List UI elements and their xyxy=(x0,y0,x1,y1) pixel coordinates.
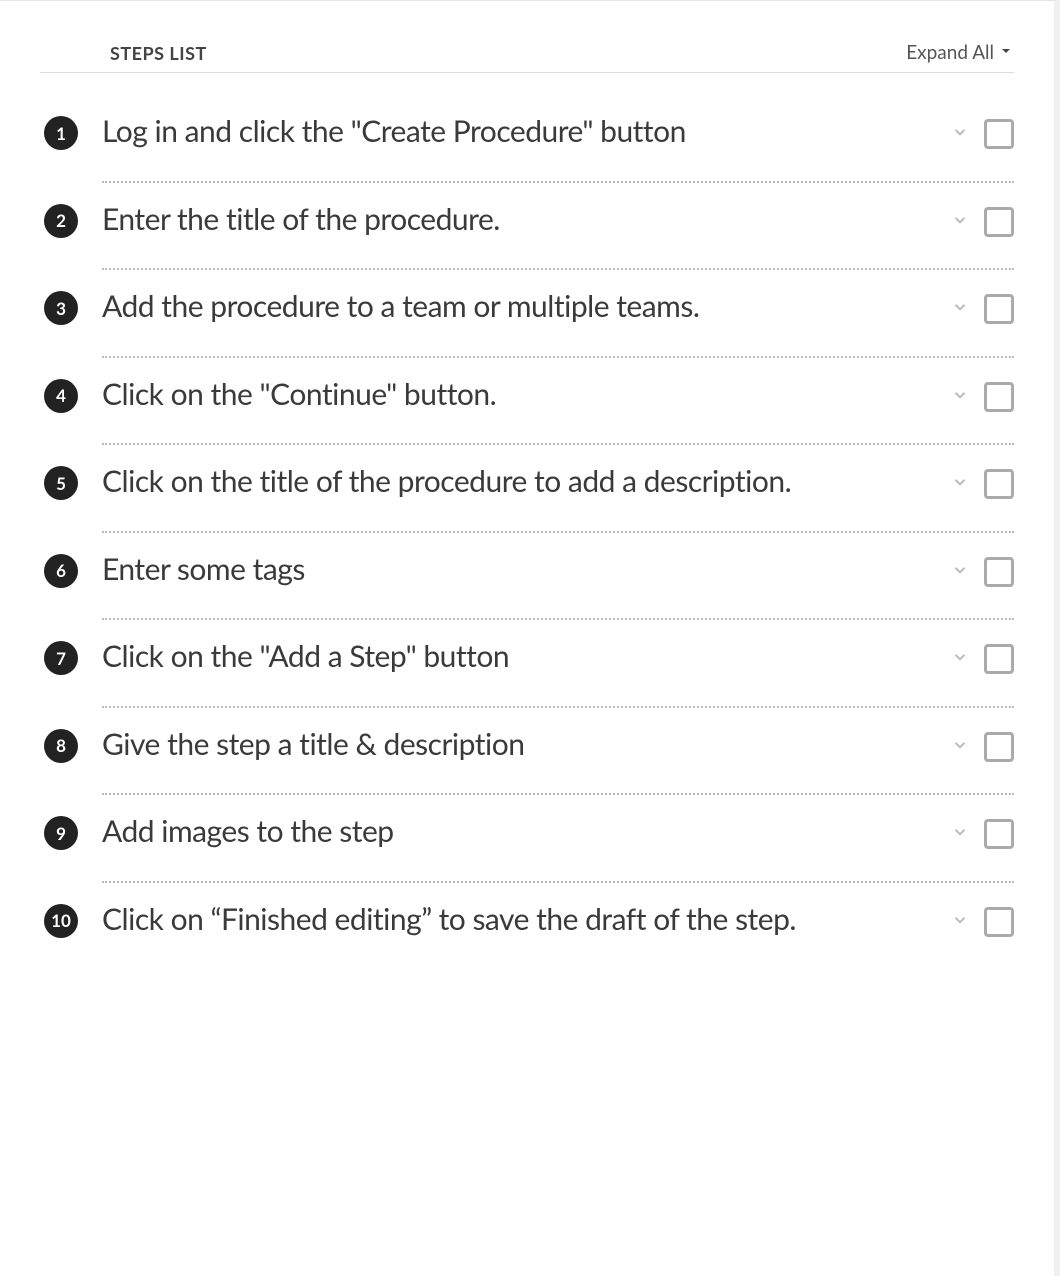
step-body: Click on “Finished editing” to save the … xyxy=(102,901,1014,969)
step-top: Click on the title of the procedure to a… xyxy=(102,463,1014,531)
step-title[interactable]: Log in and click the "Create Procedure" … xyxy=(102,113,938,151)
step-title[interactable]: Enter the title of the procedure. xyxy=(102,201,938,239)
step-title[interactable]: Add the procedure to a team or multiple … xyxy=(102,288,938,326)
step-row: 2 Enter the title of the procedure. xyxy=(40,183,1014,271)
step-top: Click on the "Add a Step" button xyxy=(102,638,1014,706)
chevron-down-icon xyxy=(951,823,969,845)
expand-step-button[interactable] xyxy=(950,824,970,844)
step-row: 4 Click on the "Continue" button. xyxy=(40,358,1014,446)
step-complete-checkbox[interactable] xyxy=(984,469,1014,499)
step-top: Log in and click the "Create Procedure" … xyxy=(102,113,1014,181)
step-body: Click on the title of the procedure to a… xyxy=(102,463,1014,533)
step-actions xyxy=(950,557,1014,587)
chevron-down-icon xyxy=(951,211,969,233)
step-row: 6 Enter some tags xyxy=(40,533,1014,621)
step-top: Enter the title of the procedure. xyxy=(102,201,1014,269)
step-body: Give the step a title & description xyxy=(102,726,1014,796)
step-complete-checkbox[interactable] xyxy=(984,382,1014,412)
chevron-down-icon xyxy=(951,561,969,583)
step-actions xyxy=(950,644,1014,674)
step-actions xyxy=(950,207,1014,237)
step-body: Click on the "Add a Step" button xyxy=(102,638,1014,708)
step-title[interactable]: Give the step a title & description xyxy=(102,726,938,764)
step-number-badge: 6 xyxy=(44,554,78,588)
step-actions xyxy=(950,819,1014,849)
chevron-down-icon xyxy=(951,911,969,933)
step-body: Add images to the step xyxy=(102,813,1014,883)
step-body: Enter some tags xyxy=(102,551,1014,621)
step-complete-checkbox[interactable] xyxy=(984,119,1014,149)
step-row: 1 Log in and click the "Create Procedure"… xyxy=(40,95,1014,183)
step-body: Click on the "Continue" button. xyxy=(102,376,1014,446)
step-body: Log in and click the "Create Procedure" … xyxy=(102,113,1014,183)
expand-step-button[interactable] xyxy=(950,737,970,757)
step-number-badge: 3 xyxy=(44,291,78,325)
step-row: 8 Give the step a title & description xyxy=(40,708,1014,796)
step-row: 5 Click on the title of the procedure to … xyxy=(40,445,1014,533)
step-number-badge: 5 xyxy=(44,466,78,500)
step-title[interactable]: Add images to the step xyxy=(102,813,938,851)
step-top: Click on “Finished editing” to save the … xyxy=(102,901,1014,969)
step-number-badge: 2 xyxy=(44,204,78,238)
step-complete-checkbox[interactable] xyxy=(984,294,1014,324)
expand-step-button[interactable] xyxy=(950,562,970,582)
expand-all-label: Expand All xyxy=(906,41,994,64)
steps-list-label: STEPS LIST xyxy=(110,42,207,64)
step-body: Enter the title of the procedure. xyxy=(102,201,1014,271)
step-row: 3 Add the procedure to a team or multiple… xyxy=(40,270,1014,358)
step-complete-checkbox[interactable] xyxy=(984,732,1014,762)
step-title[interactable]: Click on the "Add a Step" button xyxy=(102,638,938,676)
chevron-down-icon xyxy=(951,473,969,495)
expand-step-button[interactable] xyxy=(950,299,970,319)
step-title[interactable]: Enter some tags xyxy=(102,551,938,589)
step-number-badge: 10 xyxy=(44,904,78,938)
step-complete-checkbox[interactable] xyxy=(984,557,1014,587)
step-title[interactable]: Click on the "Continue" button. xyxy=(102,376,938,414)
step-number-badge: 9 xyxy=(44,816,78,850)
chevron-down-icon xyxy=(951,648,969,670)
step-top: Add the procedure to a team or multiple … xyxy=(102,288,1014,356)
chevron-down-icon xyxy=(951,123,969,145)
step-top: Click on the "Continue" button. xyxy=(102,376,1014,444)
step-top: Give the step a title & description xyxy=(102,726,1014,794)
expand-step-button[interactable] xyxy=(950,912,970,932)
step-row: 9 Add images to the step xyxy=(40,795,1014,883)
step-body: Add the procedure to a team or multiple … xyxy=(102,288,1014,358)
step-actions xyxy=(950,907,1014,937)
step-actions xyxy=(950,119,1014,149)
expand-step-button[interactable] xyxy=(950,387,970,407)
step-number-badge: 8 xyxy=(44,729,78,763)
chevron-down-icon xyxy=(951,736,969,758)
step-row: 7 Click on the "Add a Step" button xyxy=(40,620,1014,708)
expand-all-button[interactable]: Expand All xyxy=(906,41,1014,64)
step-complete-checkbox[interactable] xyxy=(984,907,1014,937)
chevron-down-icon xyxy=(951,386,969,408)
step-complete-checkbox[interactable] xyxy=(984,207,1014,237)
step-top: Add images to the step xyxy=(102,813,1014,881)
step-number-badge: 4 xyxy=(44,379,78,413)
step-complete-checkbox[interactable] xyxy=(984,819,1014,849)
step-title[interactable]: Click on “Finished editing” to save the … xyxy=(102,901,938,939)
steps-list-header: STEPS LIST Expand All xyxy=(40,41,1014,73)
chevron-down-icon xyxy=(998,41,1014,64)
step-complete-checkbox[interactable] xyxy=(984,644,1014,674)
chevron-down-icon xyxy=(951,298,969,320)
step-number-badge: 7 xyxy=(44,641,78,675)
expand-step-button[interactable] xyxy=(950,212,970,232)
expand-step-button[interactable] xyxy=(950,474,970,494)
step-number-badge: 1 xyxy=(44,116,78,150)
step-actions xyxy=(950,294,1014,324)
step-actions xyxy=(950,732,1014,762)
step-row: 10 Click on “Finished editing” to save th… xyxy=(40,883,1014,969)
step-top: Enter some tags xyxy=(102,551,1014,619)
expand-step-button[interactable] xyxy=(950,124,970,144)
step-title[interactable]: Click on the title of the procedure to a… xyxy=(102,463,938,501)
expand-step-button[interactable] xyxy=(950,649,970,669)
step-actions xyxy=(950,382,1014,412)
step-actions xyxy=(950,469,1014,499)
